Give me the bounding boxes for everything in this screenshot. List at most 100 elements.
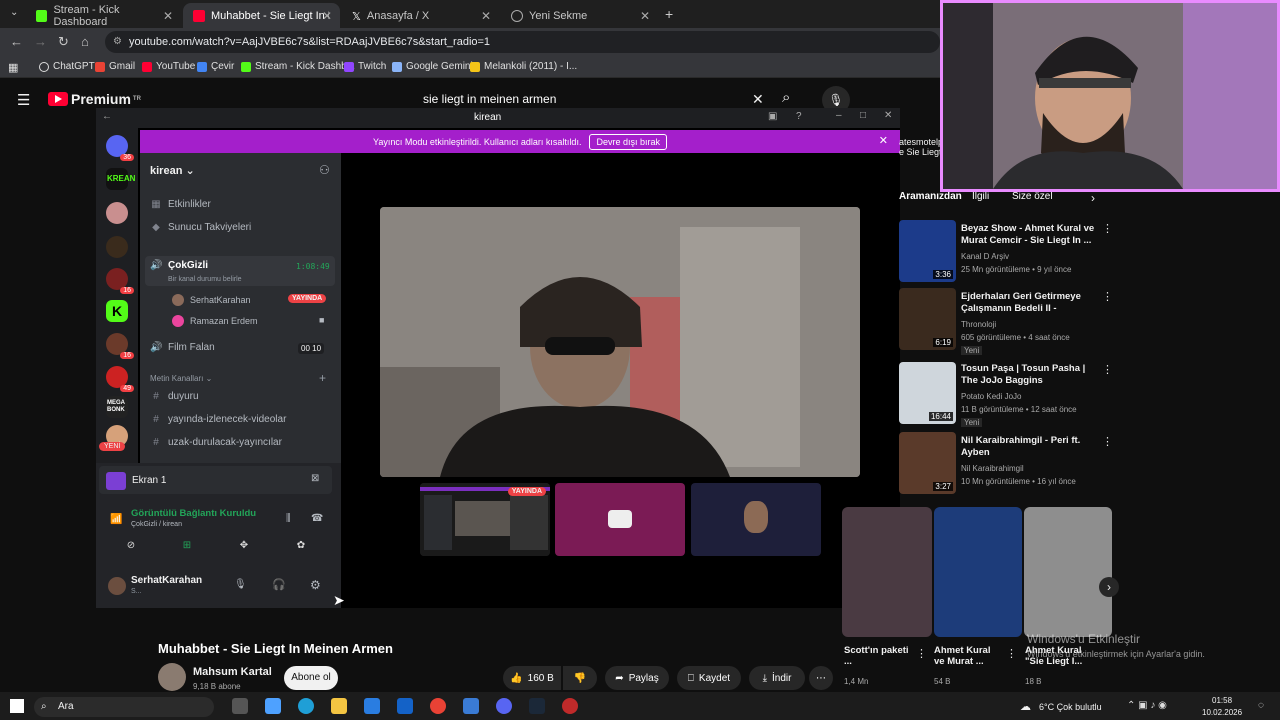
chevron-right-icon[interactable]: › — [1099, 577, 1119, 597]
app-icon[interactable] — [463, 698, 479, 714]
close-window-icon[interactable]: ✕ — [884, 110, 892, 121]
channel-avatar[interactable] — [158, 663, 186, 691]
disconnect-icon[interactable]: ☎ — [311, 513, 323, 524]
chevron-right-icon[interactable]: › — [1091, 191, 1095, 205]
server-kick-icon[interactable]: K — [106, 300, 128, 322]
site-info-icon[interactable]: ⚙ — [113, 31, 122, 53]
back-arrow-icon[interactable]: ← — [10, 34, 23, 49]
more-options-icon[interactable]: ⋮ — [916, 647, 927, 660]
add-member-icon[interactable]: ⚇ — [319, 163, 330, 177]
shorts-thumbnail[interactable] — [1024, 507, 1112, 637]
new-tab-button[interactable]: + — [665, 6, 673, 22]
bookmark-youtube[interactable]: YouTube — [142, 61, 195, 72]
participant-tile[interactable] — [691, 483, 821, 556]
rec-title[interactable]: Nil Karaibrahimgil - Peri ft. Ayben — [961, 435, 1096, 459]
discord-icon[interactable] — [496, 698, 512, 714]
close-icon[interactable]: ✕ — [163, 9, 173, 23]
minimize-icon[interactable]: – — [836, 110, 842, 121]
more-options-icon[interactable]: ⋮ — [1102, 290, 1113, 303]
clear-search-icon[interactable]: ✕ — [752, 91, 764, 108]
activities-button[interactable]: ✥ — [220, 540, 268, 556]
text-channel-duyuru[interactable]: # duyuru — [150, 391, 198, 402]
save-button[interactable]: ⎕ Kaydet — [677, 666, 741, 690]
chip-related[interactable]: İlgili — [972, 191, 989, 202]
text-category[interactable]: Metin Kanalları ⌄ — [150, 374, 212, 383]
search-icon[interactable]: ⌕ — [782, 89, 790, 106]
server-home-icon[interactable]: 36 — [106, 135, 134, 161]
server-name[interactable]: kirean ⌄ — [150, 164, 195, 177]
bookmark-twitch[interactable]: Twitch — [344, 61, 386, 72]
steam-icon[interactable] — [529, 698, 545, 714]
rec-channel[interactable]: Potato Kedi JoJo — [961, 392, 1021, 401]
windows-start-icon[interactable] — [10, 699, 24, 713]
server-icon[interactable]: 16 — [106, 268, 134, 294]
rec-title[interactable]: Tosun Paşa | Tosun Pasha | The JoJo Bagg… — [961, 363, 1096, 387]
tab-x-home[interactable]: 𝕏 Anasayfa / X ✕ — [342, 3, 499, 28]
shorts-thumbnail[interactable] — [934, 507, 1022, 637]
rec-channel[interactable]: Kanal D Arşiv — [961, 252, 1009, 261]
search-input[interactable]: sie liegt in meinen armen — [413, 88, 773, 110]
back-arrow-icon[interactable]: ← — [102, 111, 112, 122]
youtube-logo[interactable]: Premium TR — [48, 91, 141, 107]
hamburger-menu-icon[interactable]: ☰ — [17, 91, 30, 109]
headphones-icon[interactable]: 🎧 — [272, 578, 286, 591]
bookmark-gemini[interactable]: Google Gemini — [392, 61, 473, 72]
server-icon[interactable] — [106, 202, 128, 224]
store-icon[interactable] — [364, 698, 380, 714]
server-kirean-icon[interactable]: KREAN — [106, 168, 135, 190]
close-icon[interactable]: ✕ — [322, 9, 332, 23]
copilot-icon[interactable] — [265, 698, 281, 714]
like-button[interactable]: 👍 160 B — [503, 666, 561, 690]
dislike-button[interactable]: 👎 — [563, 666, 597, 690]
rec-thumbnail[interactable]: 6:19 — [899, 288, 956, 350]
channel-name[interactable]: Mahsum Kartal — [193, 666, 272, 678]
stop-stream-icon[interactable]: ⊠ — [311, 473, 319, 484]
voice-channel-film[interactable]: 🔊 Film Falan — [150, 342, 215, 353]
text-channel-videolar[interactable]: # yayında-izlenecek-videolar — [150, 414, 286, 425]
inbox-icon[interactable]: ▣ — [768, 111, 777, 122]
edge-icon[interactable] — [298, 698, 314, 714]
obs-icon[interactable] — [562, 698, 578, 714]
apps-icon[interactable]: ▦ — [8, 61, 18, 74]
subscribe-button[interactable]: Abone ol — [284, 666, 338, 690]
shorts-thumbnail[interactable] — [842, 507, 932, 637]
channel-boosts[interactable]: ◆ Sunucu Takviyeleri — [150, 222, 251, 233]
file-explorer-icon[interactable] — [331, 698, 347, 714]
reload-icon[interactable]: ↻ — [58, 34, 69, 50]
channel-events[interactable]: ▦ Etkinlikler — [150, 199, 211, 210]
gear-icon[interactable]: ⚙ — [310, 578, 321, 592]
share-button[interactable]: ➦ Paylaş — [605, 666, 669, 690]
url-field[interactable]: ⚙ youtube.com/watch?v=AajJVBE6c7s&list=R… — [105, 31, 940, 53]
weather-icon[interactable]: ☁ — [1020, 700, 1031, 713]
home-icon[interactable]: ⌂ — [81, 34, 89, 49]
notification-icon[interactable]: ◌ — [1258, 700, 1264, 711]
tab-new[interactable]: Yeni Sekme ✕ — [501, 3, 658, 28]
clock-date[interactable]: 10.02.2026 — [1202, 708, 1242, 717]
clock-time[interactable]: 01:58 — [1212, 696, 1232, 705]
server-megabonk-icon[interactable]: MEGA BONK — [106, 396, 128, 418]
forward-arrow-icon[interactable]: → — [34, 34, 47, 49]
camera-off-button[interactable]: ⊘ — [107, 540, 155, 556]
share-screen-button[interactable]: ⊞ — [163, 540, 211, 556]
camera-off-tile[interactable] — [555, 483, 685, 556]
main-video-tile[interactable] — [380, 207, 860, 477]
help-icon[interactable]: ? — [796, 111, 802, 122]
more-options-icon[interactable]: ⋮ — [1102, 222, 1113, 235]
disable-streamer-mode-button[interactable]: Devre dışı bırak — [589, 133, 667, 150]
rec-thumbnail[interactable]: 3:36 — [899, 220, 956, 282]
bookmark-kick[interactable]: Stream - Kick Dashb... — [241, 61, 355, 72]
maximize-icon[interactable]: □ — [860, 110, 866, 121]
weather-text[interactable]: 6°C Çok bulutlu — [1039, 702, 1102, 712]
bookmark-gmail[interactable]: Gmail — [95, 61, 135, 72]
tray-icons[interactable]: ⌃ ▣ ♪ ◉ — [1127, 700, 1167, 711]
more-options-icon[interactable]: ⋮ — [1102, 435, 1113, 448]
bookmark-chatgpt[interactable]: ChatGPT — [39, 61, 95, 72]
text-channel-yayincilar[interactable]: # uzak-durulacak-yayıncılar — [150, 437, 282, 448]
more-options-icon[interactable]: ⋮ — [1102, 363, 1113, 376]
voice-member-serhat[interactable]: SerhatKarahan — [172, 294, 251, 306]
bookmark-translate[interactable]: Çevir — [197, 61, 234, 72]
task-view-icon[interactable] — [232, 698, 248, 714]
channel-status[interactable]: Bir kanal durumu belirle — [168, 276, 242, 283]
soundboard-button[interactable]: ✿ — [277, 540, 325, 556]
download-button[interactable]: ⤓ İndir — [749, 666, 805, 690]
